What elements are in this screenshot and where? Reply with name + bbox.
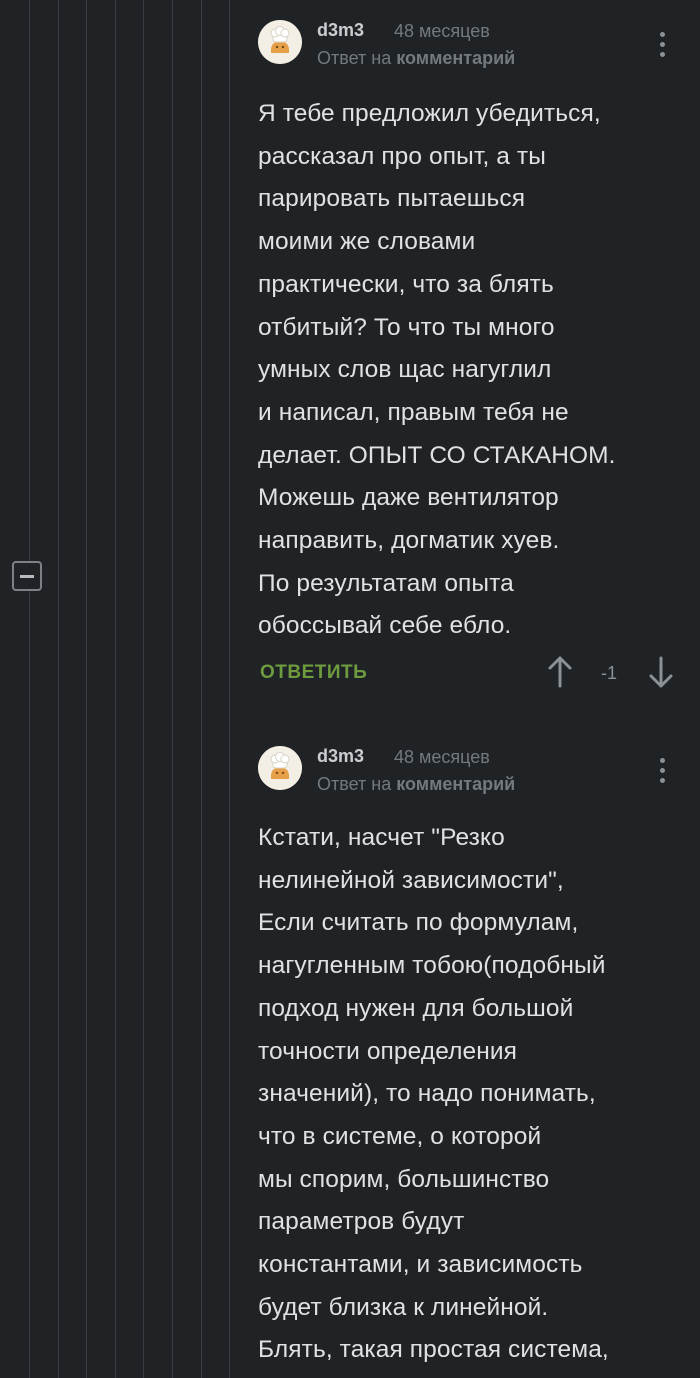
thread-line bbox=[172, 0, 173, 1378]
reply-to-line: Ответ на комментарий bbox=[317, 774, 515, 795]
reply-to-link[interactable]: комментарий bbox=[396, 774, 515, 794]
thread-line bbox=[201, 0, 202, 1378]
avatar[interactable] bbox=[258, 20, 302, 64]
collapse-icon bbox=[20, 575, 34, 578]
thread-line bbox=[29, 0, 30, 1378]
upvote-arrow-icon[interactable] bbox=[545, 654, 575, 690]
comment-body: Я тебе предложил убедиться, рассказал пр… bbox=[258, 100, 616, 640]
avatar-chef-icon bbox=[258, 20, 302, 64]
reply-button[interactable]: ОТВЕТИТЬ bbox=[260, 662, 367, 684]
reply-to-line: Ответ на комментарий bbox=[317, 48, 515, 69]
comment-actions: ОТВЕТИТЬ -1 bbox=[258, 654, 700, 694]
comment-rating: -1 bbox=[601, 663, 618, 683]
reply-to-prefix: Ответ на bbox=[317, 48, 392, 68]
thread-line bbox=[143, 0, 144, 1378]
more-options-button[interactable] bbox=[651, 756, 675, 786]
thread-line bbox=[86, 0, 87, 1378]
downvote-arrow-icon[interactable] bbox=[646, 654, 676, 690]
avatar-chef-icon bbox=[258, 746, 302, 790]
comment-time: 48 месяцев bbox=[394, 747, 490, 767]
reply-to-prefix: Ответ на bbox=[317, 774, 392, 794]
collapse-thread-button[interactable] bbox=[12, 561, 42, 591]
comment-author[interactable]: d3m3 bbox=[317, 746, 364, 767]
comment-author[interactable]: d3m3 bbox=[317, 20, 364, 41]
thread-line bbox=[115, 0, 116, 1378]
thread-line bbox=[229, 0, 230, 1378]
reply-to-link[interactable]: комментарий bbox=[396, 48, 515, 68]
comment-body: Кстати, насчет "Резко нелинейной зависим… bbox=[258, 824, 609, 1364]
thread-line bbox=[58, 0, 59, 1378]
avatar[interactable] bbox=[258, 746, 302, 790]
thread-indent-lines bbox=[0, 0, 240, 1378]
more-options-button[interactable] bbox=[651, 30, 675, 60]
comment-time: 48 месяцев bbox=[394, 21, 490, 41]
